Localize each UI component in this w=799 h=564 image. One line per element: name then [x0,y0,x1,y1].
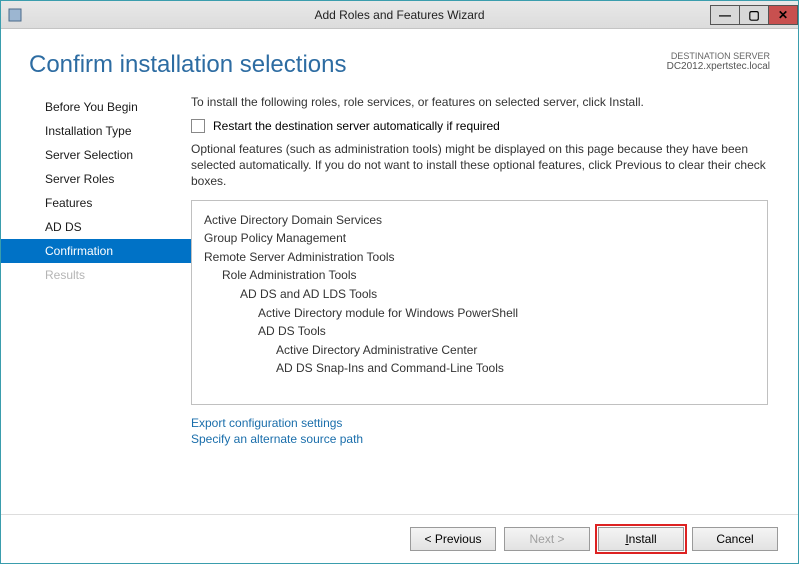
install-button[interactable]: Install [598,527,684,551]
destination-label: DESTINATION SERVER [667,51,770,61]
sidebar-item-server-selection[interactable]: Server Selection [1,143,191,167]
cancel-button[interactable]: Cancel [692,527,778,551]
list-item: Active Directory module for Windows Powe… [204,304,755,323]
cancel-button-label: Cancel [716,532,753,546]
export-config-link[interactable]: Export configuration settings [191,415,768,432]
list-item: AD DS Snap-Ins and Command-Line Tools [204,359,755,378]
header-row: Confirm installation selections DESTINAT… [1,29,798,87]
content: Confirm installation selections DESTINAT… [1,29,798,563]
previous-button-label: < Previous [424,532,481,546]
sidebar-item-features[interactable]: Features [1,191,191,215]
list-item: AD DS Tools [204,322,755,341]
sidebar-item-server-roles[interactable]: Server Roles [1,167,191,191]
optional-text: Optional features (such as administratio… [191,141,768,190]
destination-server: DESTINATION SERVER DC2012.xpertstec.loca… [667,51,770,72]
links: Export configuration settings Specify an… [191,415,768,449]
window-title: Add Roles and Features Wizard [1,8,798,22]
titlebar: Add Roles and Features Wizard — ▢ ✕ [1,1,798,29]
window-buttons: — ▢ ✕ [711,5,798,25]
list-item: Active Directory Domain Services [204,211,755,230]
next-button: Next > [504,527,590,551]
previous-button[interactable]: < Previous [410,527,496,551]
sidebar-item-ad-ds[interactable]: AD DS [1,215,191,239]
sidebar-item-before-you-begin[interactable]: Before You Begin [1,95,191,119]
restart-checkbox[interactable] [191,119,205,133]
list-item: AD DS and AD LDS Tools [204,285,755,304]
intro-text: To install the following roles, role ser… [191,95,768,109]
body-row: Before You Begin Installation Type Serve… [1,87,798,514]
restart-checkbox-label: Restart the destination server automatic… [213,119,500,133]
page-title: Confirm installation selections [29,51,346,79]
list-item: Role Administration Tools [204,266,755,285]
features-listing: Active Directory Domain Services Group P… [191,200,768,405]
sidebar-item-installation-type[interactable]: Installation Type [1,119,191,143]
list-item: Group Policy Management [204,229,755,248]
install-button-label: Install [625,532,656,546]
destination-value: DC2012.xpertstec.local [667,61,770,72]
alternate-source-link[interactable]: Specify an alternate source path [191,431,768,448]
sidebar-item-results: Results [1,263,191,287]
footer: < Previous Next > Install Cancel [1,514,798,563]
sidebar-item-confirmation[interactable]: Confirmation [1,239,191,263]
main-panel: To install the following roles, role ser… [191,91,798,514]
close-button[interactable]: ✕ [768,5,798,25]
list-item: Remote Server Administration Tools [204,248,755,267]
maximize-button[interactable]: ▢ [739,5,769,25]
list-item: Active Directory Administrative Center [204,341,755,360]
minimize-button[interactable]: — [710,5,740,25]
restart-checkbox-row[interactable]: Restart the destination server automatic… [191,119,768,133]
wizard-window: Add Roles and Features Wizard — ▢ ✕ Conf… [0,0,799,564]
sidebar: Before You Begin Installation Type Serve… [1,91,191,514]
next-button-label: Next > [529,532,564,546]
